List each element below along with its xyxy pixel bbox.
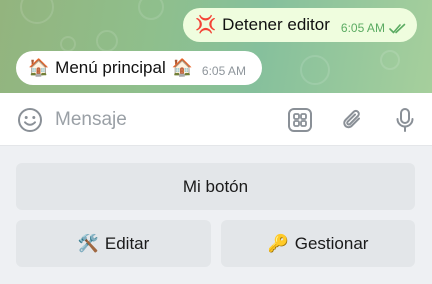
- keyboard-button-mi-boton[interactable]: Mi botón: [16, 163, 415, 210]
- message-time: 6:05 AM: [201, 64, 246, 78]
- emoji-icon[interactable]: [16, 106, 44, 134]
- bot-keyboard-icon[interactable]: [286, 106, 314, 134]
- message-time: 6:05 AM: [340, 21, 385, 35]
- anger-symbol-icon: 💢: [195, 15, 217, 35]
- message-text: Detener editor: [222, 15, 330, 34]
- keyboard-button-label: Editar: [104, 233, 150, 253]
- key-icon: 🔑: [267, 233, 289, 254]
- keyboard-button-editar[interactable]: 🛠️ Editar: [16, 220, 211, 267]
- keyboard-button-gestionar[interactable]: 🔑 Gestionar: [221, 220, 415, 267]
- keyboard-button-label: Mi botón: [182, 176, 249, 196]
- house-icon: 🏠: [171, 58, 193, 78]
- attach-icon[interactable]: [339, 106, 367, 134]
- hammer-and-wrench-icon: 🛠️: [77, 233, 99, 254]
- message-input[interactable]: Mensaje: [55, 109, 127, 131]
- microphone-icon[interactable]: [391, 106, 419, 134]
- keyboard-button-label: Gestionar: [294, 233, 369, 253]
- message-composer: Mensaje: [0, 93, 432, 146]
- outgoing-message[interactable]: 💢 Detener editor 6:05 AM: [183, 8, 417, 42]
- incoming-message[interactable]: 🏠 Menú principal 🏠 6:05 AM: [16, 51, 262, 85]
- message-text: Menú principal: [55, 58, 166, 77]
- double-check-icon: [389, 23, 406, 34]
- house-icon: 🏠: [28, 58, 50, 78]
